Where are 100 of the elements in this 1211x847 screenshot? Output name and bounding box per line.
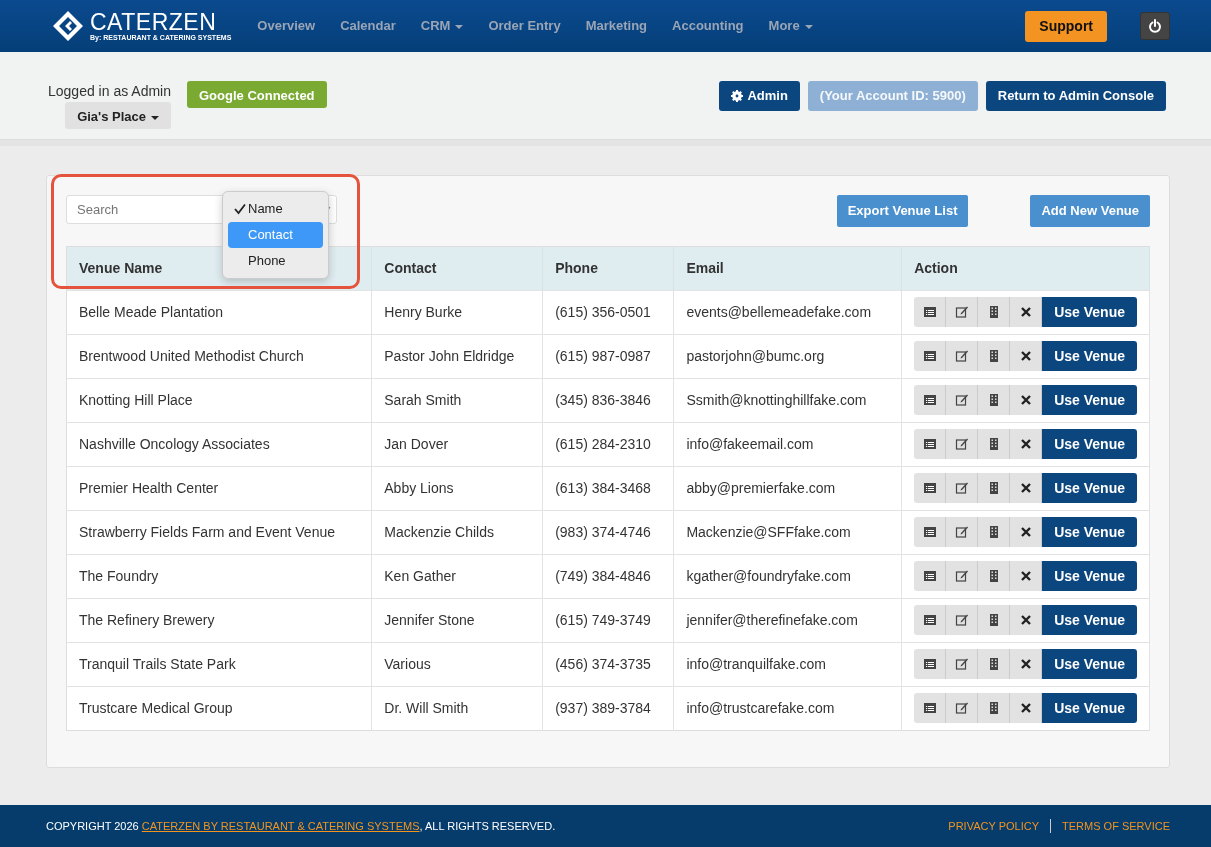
use-venue-button[interactable]: Use Venue	[1042, 341, 1137, 371]
column-header: Contact	[371, 246, 543, 290]
building-button[interactable]	[978, 473, 1011, 503]
list-button[interactable]	[914, 693, 947, 723]
edit-button[interactable]	[946, 473, 979, 503]
building-button[interactable]	[978, 297, 1011, 327]
list-button[interactable]	[914, 385, 947, 415]
nav-link[interactable]: More	[768, 16, 813, 36]
list-icon	[922, 393, 937, 407]
power-button[interactable]	[1140, 12, 1170, 40]
table-cell: Premier Health Center	[66, 466, 372, 510]
table-cell: Henry Burke	[371, 290, 543, 334]
edit-icon	[954, 437, 969, 451]
use-venue-button[interactable]: Use Venue	[1042, 297, 1137, 327]
close-button[interactable]	[1010, 605, 1043, 635]
table-cell: info@fakeemail.com	[673, 422, 902, 466]
table-cell: Belle Meade Plantation	[66, 290, 372, 334]
menu-item[interactable]: Name	[228, 196, 323, 222]
list-button[interactable]	[914, 341, 947, 371]
table-cell: pastorjohn@bumc.org	[673, 334, 902, 378]
list-icon	[922, 613, 937, 627]
building-button[interactable]	[978, 693, 1011, 723]
table-cell: The Foundry	[66, 554, 372, 598]
edit-button[interactable]	[946, 297, 979, 327]
edit-button[interactable]	[946, 693, 979, 723]
table-cell: Brentwood United Methodist Church	[66, 334, 372, 378]
close-icon	[1018, 305, 1033, 319]
table-cell: (615) 749-3749	[542, 598, 674, 642]
close-button[interactable]	[1010, 473, 1043, 503]
building-button[interactable]	[978, 429, 1011, 459]
edit-button[interactable]	[946, 649, 979, 679]
list-icon	[922, 481, 937, 495]
building-button[interactable]	[978, 385, 1011, 415]
list-button[interactable]	[914, 429, 947, 459]
close-button[interactable]	[1010, 517, 1043, 547]
edit-button[interactable]	[946, 605, 979, 635]
nav-link[interactable]: Overview	[257, 16, 316, 36]
footer-link[interactable]: PRIVACY POLICY	[948, 817, 1039, 835]
list-icon	[922, 437, 937, 451]
support-button[interactable]: Support	[1025, 10, 1107, 42]
edit-icon	[954, 701, 969, 715]
list-button[interactable]	[914, 517, 947, 547]
use-venue-button[interactable]: Use Venue	[1042, 605, 1137, 635]
admin-button[interactable]: Admin	[719, 81, 800, 111]
close-button[interactable]	[1010, 693, 1043, 723]
use-venue-button[interactable]: Use Venue	[1042, 517, 1137, 547]
table-cell: Nashville Oncology Associates	[66, 422, 372, 466]
logo-icon	[52, 10, 84, 42]
list-button[interactable]	[914, 561, 947, 591]
edit-icon	[954, 305, 969, 319]
list-button[interactable]	[914, 605, 947, 635]
building-button[interactable]	[978, 649, 1011, 679]
building-button[interactable]	[978, 341, 1011, 371]
nav-link[interactable]: CRM	[420, 16, 464, 36]
list-icon	[922, 349, 937, 363]
close-button[interactable]	[1010, 341, 1043, 371]
gear-icon	[731, 89, 744, 102]
use-venue-button[interactable]: Use Venue	[1042, 561, 1137, 591]
copyright-text: COPYRIGHT 2026 CATERZEN BY RESTAURANT & CATERING SYSTEMS, ALL RIGHTS RESERVED.	[46, 818, 556, 834]
use-venue-button[interactable]: Use Venue	[1042, 473, 1137, 503]
login-status: Logged in as Admin	[48, 82, 171, 101]
use-venue-button[interactable]: Use Venue	[1042, 385, 1137, 415]
edit-button[interactable]	[946, 385, 979, 415]
table-cell: kgather@foundryfake.com	[673, 554, 902, 598]
table-cell: info@trustcarefake.com	[673, 686, 902, 730]
edit-icon	[954, 657, 969, 671]
list-button[interactable]	[914, 649, 947, 679]
list-icon	[922, 525, 937, 539]
edit-button[interactable]	[946, 561, 979, 591]
list-button[interactable]	[914, 297, 947, 327]
table-cell: Sarah Smith	[371, 378, 543, 422]
return-console-button[interactable]: Return to Admin Console	[985, 81, 1166, 111]
use-venue-button[interactable]: Use Venue	[1042, 429, 1137, 459]
building-button[interactable]	[978, 517, 1011, 547]
footer-link[interactable]: TERMS OF SERVICE	[1062, 817, 1170, 835]
edit-button[interactable]	[946, 429, 979, 459]
nav-link[interactable]: Accounting	[672, 16, 744, 36]
edit-button[interactable]	[946, 341, 979, 371]
nav-link[interactable]: Order Entry	[488, 16, 561, 36]
location-dropdown[interactable]: Gia's Place	[65, 102, 171, 129]
building-button[interactable]	[978, 561, 1011, 591]
close-button[interactable]	[1010, 561, 1043, 591]
list-button[interactable]	[914, 473, 947, 503]
close-icon	[1018, 701, 1033, 715]
table-cell: info@tranquilfake.com	[673, 642, 902, 686]
close-icon	[1018, 393, 1033, 407]
table-cell: (983) 374-4746	[542, 510, 674, 554]
close-button[interactable]	[1010, 385, 1043, 415]
column-header: Phone	[542, 246, 674, 290]
close-button[interactable]	[1010, 297, 1043, 327]
close-icon	[1018, 569, 1033, 583]
close-button[interactable]	[1010, 649, 1043, 679]
menu-item[interactable]: Phone	[228, 248, 323, 274]
use-venue-button[interactable]: Use Venue	[1042, 649, 1137, 679]
building-button[interactable]	[978, 605, 1011, 635]
use-venue-button[interactable]: Use Venue	[1042, 693, 1137, 723]
close-button[interactable]	[1010, 429, 1043, 459]
edit-button[interactable]	[946, 517, 979, 547]
nav-link[interactable]: Marketing	[585, 16, 648, 36]
nav-link[interactable]: Calendar	[340, 16, 396, 36]
